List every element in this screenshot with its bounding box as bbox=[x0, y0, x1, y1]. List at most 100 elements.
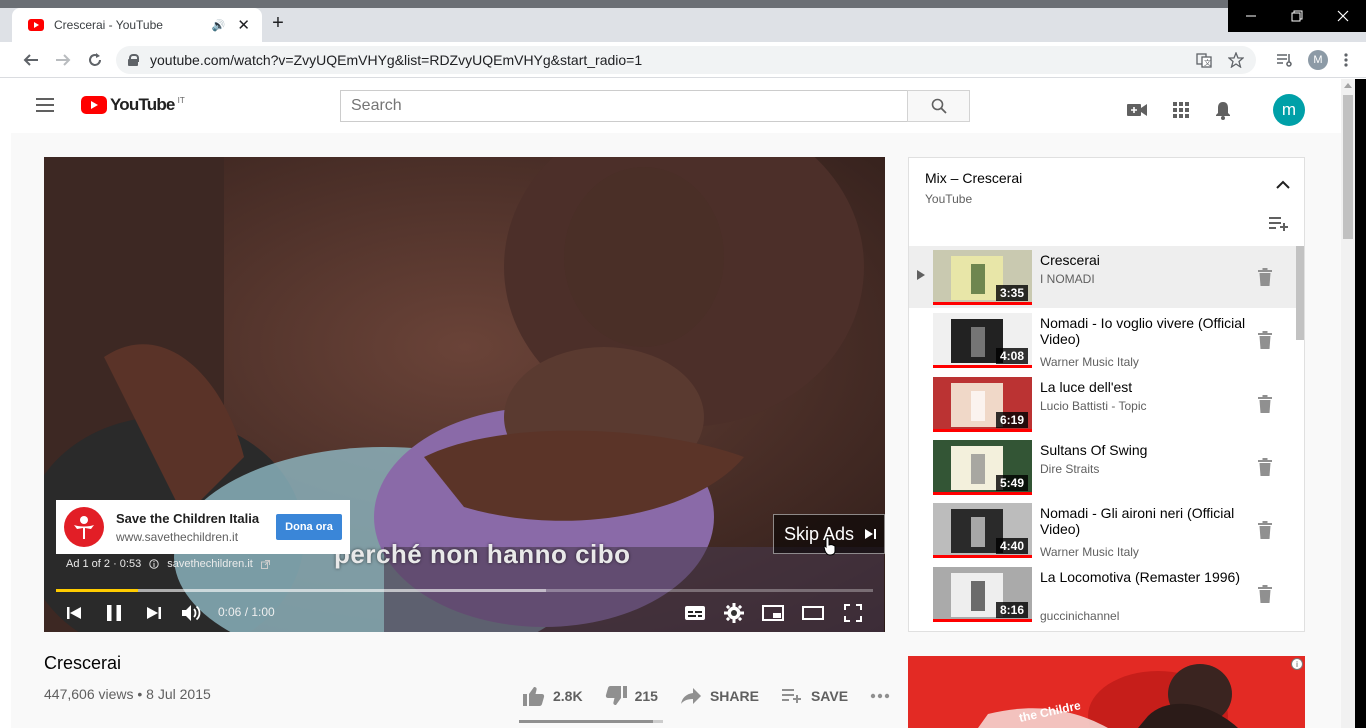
thumbs-down-icon bbox=[605, 686, 627, 706]
playlist-item[interactable]: 8:16 La Locomotiva (Remaster 1996) guccini… bbox=[909, 563, 1296, 625]
dislike-button[interactable]: 215 bbox=[605, 686, 658, 706]
time-display: 0:06 / 1:00 bbox=[218, 605, 275, 619]
playlist-item-channel[interactable]: Warner Music Italy bbox=[1040, 355, 1139, 369]
restore-window-button[interactable] bbox=[1274, 0, 1320, 32]
next-icon[interactable] bbox=[142, 601, 166, 625]
guide-menu-icon[interactable] bbox=[36, 98, 54, 112]
settings-gear-icon[interactable] bbox=[722, 601, 746, 625]
volume-icon[interactable] bbox=[180, 601, 204, 625]
playlist-owner[interactable]: YouTube bbox=[925, 192, 1022, 206]
previous-icon[interactable] bbox=[62, 601, 86, 625]
watched-progress-bar bbox=[933, 302, 1032, 305]
playlist-item-channel[interactable]: Dire Straits bbox=[1040, 462, 1099, 476]
playlist-scrollbar[interactable] bbox=[1296, 246, 1304, 632]
watched-progress-bar bbox=[933, 365, 1032, 368]
video-meta: 447,606 views • 8 Jul 2015 bbox=[44, 686, 211, 702]
address-bar[interactable]: youtube.com/watch?v=ZvyUQEmVHYg&list=RDZ… bbox=[116, 46, 1256, 74]
translate-icon[interactable]: 文 bbox=[1196, 52, 1212, 68]
video-duration: 4:40 bbox=[995, 538, 1028, 554]
playlist-item[interactable]: 4:08 Nomadi - Io voglio vivere (Official … bbox=[909, 309, 1296, 371]
create-video-icon[interactable] bbox=[1127, 103, 1147, 117]
media-control-icon[interactable] bbox=[1276, 53, 1292, 67]
playlist-item-channel[interactable]: Lucio Battisti - Topic bbox=[1040, 399, 1147, 413]
ad-advertiser-name[interactable]: Save the Children Italia bbox=[116, 511, 259, 526]
playlist-item-channel[interactable]: Warner Music Italy bbox=[1040, 545, 1139, 559]
scroll-up-arrow-icon[interactable] bbox=[1344, 83, 1352, 88]
search-button[interactable] bbox=[907, 90, 970, 122]
playlist-item-title[interactable]: Nomadi - Io voglio vivere (Official Vide… bbox=[1040, 315, 1250, 347]
reload-button[interactable] bbox=[86, 51, 104, 69]
ad-overlay-card[interactable]: Save the Children Italia www.savethechil… bbox=[56, 500, 350, 554]
playlist-item-title[interactable]: Nomadi - Gli aironi neri (Official Video… bbox=[1040, 505, 1250, 537]
playlist-thumbnail[interactable]: 4:40 bbox=[933, 503, 1032, 558]
ad-link[interactable]: savethechildren.it bbox=[167, 558, 253, 570]
playlist-add-icon bbox=[781, 688, 803, 704]
profile-avatar[interactable]: M bbox=[1308, 50, 1328, 70]
notifications-bell-icon[interactable] bbox=[1215, 101, 1231, 120]
playlist-thumbnail[interactable]: 6:19 bbox=[933, 377, 1032, 432]
new-tab-button[interactable]: + bbox=[268, 12, 288, 35]
share-button[interactable]: SHARE bbox=[680, 687, 759, 705]
page-scrollbar[interactable] bbox=[1341, 79, 1355, 728]
playlist-item[interactable]: 3:35 Crescerai I NOMADI bbox=[909, 246, 1296, 308]
browser-tab[interactable]: Crescerai - YouTube 🔊 ✕ bbox=[12, 8, 262, 42]
youtube-play-logo-icon bbox=[81, 96, 107, 114]
ad-url[interactable]: www.savethechildren.it bbox=[116, 530, 259, 544]
like-ratio-fill bbox=[519, 720, 653, 723]
donate-button[interactable]: Dona ora bbox=[276, 514, 342, 540]
add-to-queue-icon[interactable] bbox=[1268, 216, 1290, 232]
playlist-item-title[interactable]: La luce dell'est bbox=[1040, 379, 1250, 395]
playlist-item[interactable]: 5:49 Sultans Of Swing Dire Straits bbox=[909, 436, 1296, 498]
playlist-thumbnail[interactable]: 5:49 bbox=[933, 440, 1032, 495]
playlist-item-title[interactable]: Sultans Of Swing bbox=[1040, 442, 1250, 458]
page-scrollbar-thumb[interactable] bbox=[1343, 95, 1353, 239]
chrome-menu-icon[interactable] bbox=[1344, 53, 1348, 67]
trash-icon[interactable] bbox=[1258, 458, 1272, 476]
minimize-window-button[interactable] bbox=[1228, 0, 1274, 32]
playlist-thumbnail[interactable]: 3:35 bbox=[933, 250, 1032, 305]
bookmark-star-icon[interactable] bbox=[1228, 52, 1244, 68]
playlist-item-title[interactable]: La Locomotiva (Remaster 1996) bbox=[1040, 569, 1250, 585]
trash-icon[interactable] bbox=[1258, 585, 1272, 603]
video-player[interactable]: perché non hanno cibo Save the Children … bbox=[44, 157, 885, 632]
trash-icon[interactable] bbox=[1258, 331, 1272, 349]
watched-progress-bar bbox=[933, 429, 1032, 432]
apps-grid-icon[interactable] bbox=[1173, 102, 1189, 118]
close-tab-icon[interactable]: ✕ bbox=[237, 16, 250, 34]
playlist-title[interactable]: Mix – Crescerai bbox=[925, 170, 1022, 186]
sidebar-ad-banner[interactable]: the Childre i bbox=[908, 656, 1305, 728]
subtitles-icon[interactable] bbox=[683, 601, 707, 625]
playlist-item-title[interactable]: Crescerai bbox=[1040, 252, 1250, 268]
progress-bar[interactable] bbox=[56, 589, 873, 592]
theater-mode-icon[interactable] bbox=[801, 601, 825, 625]
like-button[interactable]: 2.8K bbox=[523, 686, 583, 706]
close-window-button[interactable] bbox=[1320, 0, 1366, 32]
back-button[interactable] bbox=[22, 51, 40, 69]
playlist-item[interactable]: 4:40 Nomadi - Gli aironi neri (Official V… bbox=[909, 499, 1296, 561]
pause-icon[interactable] bbox=[102, 601, 126, 625]
trash-icon[interactable] bbox=[1258, 521, 1272, 539]
search-input[interactable] bbox=[340, 90, 908, 122]
playlist-item-channel[interactable]: guccinichannel bbox=[1040, 609, 1119, 623]
player-controls: 0:06 / 1:00 bbox=[44, 595, 885, 631]
account-avatar[interactable]: m bbox=[1273, 94, 1305, 126]
trash-icon[interactable] bbox=[1258, 395, 1272, 413]
lock-icon[interactable] bbox=[128, 54, 139, 66]
playlist-thumbnail[interactable]: 8:16 bbox=[933, 567, 1032, 622]
audio-playing-icon[interactable]: 🔊 bbox=[212, 19, 226, 32]
dislike-count: 215 bbox=[634, 688, 658, 704]
playlist-item[interactable]: 6:19 La luce dell'est Lucio Battisti - Top… bbox=[909, 373, 1296, 435]
youtube-logo[interactable]: YouTube IT bbox=[81, 95, 185, 115]
save-button[interactable]: SAVE bbox=[781, 688, 848, 704]
ad-choices-icon[interactable]: i bbox=[1291, 658, 1303, 670]
miniplayer-icon[interactable] bbox=[761, 601, 785, 625]
collapse-chevron-up-icon[interactable] bbox=[1276, 180, 1290, 189]
forward-button[interactable] bbox=[54, 51, 72, 69]
fullscreen-icon[interactable] bbox=[841, 601, 865, 625]
video-duration: 4:08 bbox=[995, 348, 1028, 364]
ad-info-icon[interactable] bbox=[149, 559, 159, 569]
playlist-thumbnail[interactable]: 4:08 bbox=[933, 313, 1032, 368]
playlist-item-channel[interactable]: I NOMADI bbox=[1040, 272, 1095, 286]
trash-icon[interactable] bbox=[1258, 268, 1272, 286]
more-actions-button[interactable] bbox=[870, 693, 890, 699]
